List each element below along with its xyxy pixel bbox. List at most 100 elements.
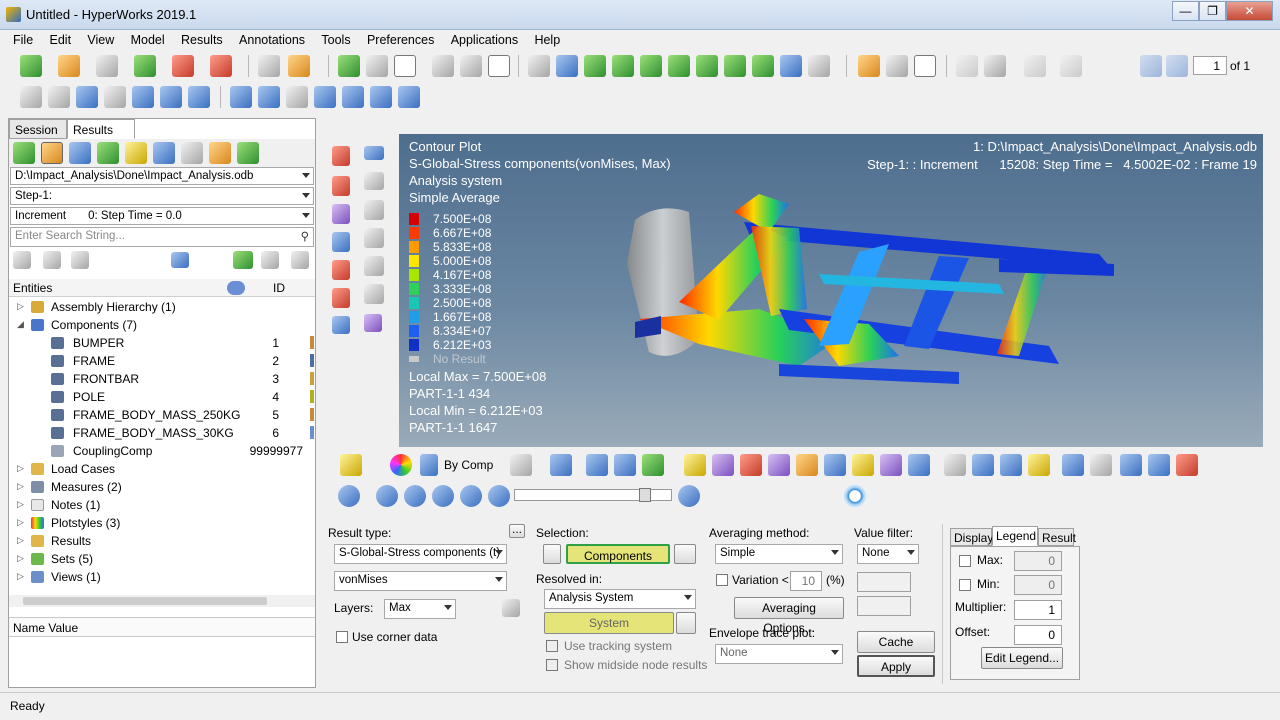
eye-hide-icon[interactable] [43,251,61,269]
animation-settings-icon[interactable] [678,485,700,507]
tree-row-views[interactable]: ▷ Views (1) [9,568,315,586]
cut-icon[interactable] [956,55,978,77]
deform-icon[interactable] [332,260,350,280]
by-comp-icon[interactable] [420,454,438,476]
increment-select[interactable]: Increment 0: Step Time = 0.0 [10,207,314,225]
paste-icon[interactable] [1024,55,1046,77]
animation-capture-icon[interactable] [886,55,908,77]
contour-legend[interactable]: 7.500E+08 6.667E+08 5.833E+08 5.000E+08 … [399,212,599,366]
view-saved-5-icon[interactable] [342,86,364,108]
rewind-icon[interactable] [404,485,426,507]
iso-icon[interactable] [332,232,350,252]
pause-icon[interactable] [432,485,454,507]
measure-icon[interactable] [332,288,350,308]
last-frame-icon[interactable] [488,485,510,507]
tree-row-coupling[interactable]: CouplingComp 99999977 [9,442,315,460]
menu-edit[interactable]: Edit [50,30,72,47]
expand-icon[interactable]: ▷ [17,571,24,582]
contour-icon[interactable] [332,146,350,166]
tree-row-sets[interactable]: ▷ Sets (5) [9,550,315,568]
tab-display[interactable]: Display [950,528,993,546]
section-cut-icon[interactable] [740,454,762,476]
eye-one-icon[interactable] [291,251,309,269]
menu-help[interactable]: Help [534,30,560,47]
browser-move-icon[interactable] [209,142,231,164]
legend-min-checkbox[interactable] [959,579,971,591]
move-icon[interactable] [1000,454,1022,476]
pan-hand-icon[interactable] [104,86,126,108]
contour-plot-icon[interactable] [340,454,362,476]
system-button[interactable]: System [544,612,674,634]
tree-row-measures[interactable]: ▷ Measures (2) [9,478,315,496]
mask-icon[interactable] [364,228,384,248]
menu-file[interactable]: File [13,30,33,47]
camera-icon[interactable] [780,55,802,77]
tree-row-frontbar[interactable]: FRONTBAR 3 [9,370,315,388]
tree-row-mass-30[interactable]: FRAME_BODY_MASS_30KG 6 [9,424,315,442]
averaging-options-button[interactable]: Averaging Options... [734,597,844,635]
more-button[interactable]: ... [509,523,525,538]
view-saved-4-icon[interactable] [314,86,336,108]
vector-icon[interactable] [332,176,350,196]
search-icon[interactable]: ⚲ [301,229,309,243]
layers-icon[interactable] [502,599,520,617]
sync-icon[interactable] [488,55,510,77]
plot-icon[interactable] [914,55,936,77]
component-select[interactable]: vonMises [334,571,507,591]
legend-min-input[interactable]: 0 [1014,575,1062,595]
note-tool-icon[interactable] [944,454,966,476]
forward-icon[interactable] [460,485,482,507]
value-filter-select[interactable]: None [857,544,919,564]
view-xy-bottom-icon[interactable] [612,55,634,77]
tab-result[interactable]: Result [1038,528,1076,546]
browser-component-icon[interactable] [69,142,91,164]
components-selector[interactable]: Components [566,544,670,564]
expand-icon[interactable]: ▷ [17,463,24,474]
cache-button[interactable]: Cache [857,631,935,653]
back-arrow-icon[interactable] [556,55,578,77]
copy-icon[interactable] [984,55,1006,77]
horizontal-pan-icon[interactable] [132,86,154,108]
browser-add-icon[interactable] [97,142,119,164]
scrollbar-thumb[interactable] [23,597,267,605]
tree-row-plotstyles[interactable]: ▷ Plotstyles (3) [9,514,315,532]
export-selection-icon[interactable] [233,251,253,269]
image-capture-icon[interactable] [858,55,880,77]
page-number-input[interactable]: 1 [1193,56,1227,75]
legend-max-checkbox[interactable] [959,555,971,567]
filter-icon[interactable] [462,599,480,617]
menu-tools[interactable]: Tools [321,30,350,47]
tree-row-frame[interactable]: FRAME 2 [9,352,315,370]
variation-checkbox[interactable] [716,574,728,586]
new-model-icon[interactable] [20,55,42,77]
menu-view[interactable]: View [87,30,114,47]
tree-row-load-cases[interactable]: ▷ Load Cases [9,460,315,478]
graphics-viewport[interactable]: Contour Plot S-Global-Stress components(… [399,134,1263,447]
isometric-view-icon[interactable] [752,55,774,77]
system-reset-button[interactable] [676,612,696,634]
view-xy-top-icon[interactable] [584,55,606,77]
tree-row-pole[interactable]: POLE 4 [9,388,315,406]
legend-max-input[interactable]: 0 [1014,551,1062,571]
tensor-icon[interactable] [332,204,350,224]
shaded-icon[interactable] [550,454,572,476]
view-saved-7-icon[interactable] [398,86,420,108]
measure-tool-icon[interactable] [796,454,818,476]
visibility-eye-icon[interactable] [364,172,384,190]
step-select[interactable]: Step-1: [10,187,314,205]
expand-icon[interactable]: ▷ [17,301,24,312]
sketch-icon[interactable] [908,454,930,476]
menu-model[interactable]: Model [131,30,165,47]
monitor-icon[interactable] [332,316,350,334]
section-icon[interactable] [364,256,384,276]
resolved-in-select[interactable]: Analysis System [544,589,696,609]
rotate-icon[interactable] [188,86,210,108]
view-saved-1-icon[interactable] [230,86,252,108]
grid-icon[interactable] [364,314,382,332]
view-yz-right-icon[interactable] [668,55,690,77]
window-layout-icon[interactable] [432,55,454,77]
collapse-icon[interactable]: ◢ [17,319,24,330]
path-icon[interactable] [1028,454,1050,476]
build-plots-icon[interactable] [880,454,902,476]
browser-cube-icon[interactable] [181,142,203,164]
